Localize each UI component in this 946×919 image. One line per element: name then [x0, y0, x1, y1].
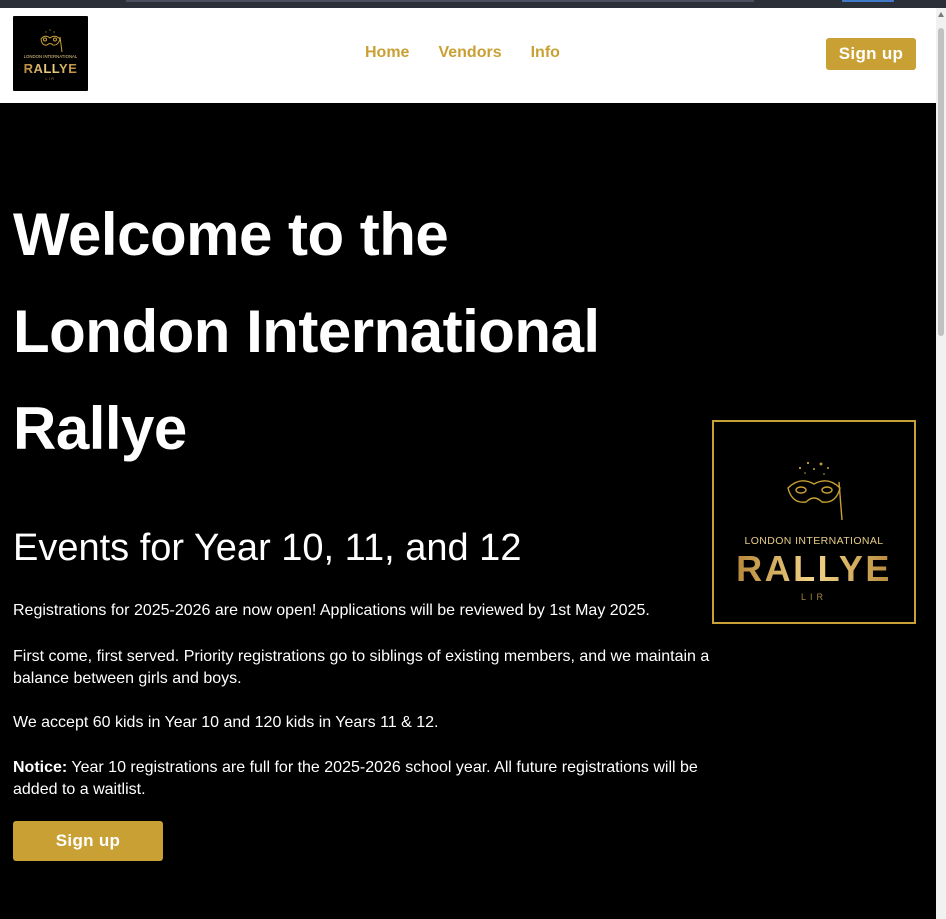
side-logo-line3: LIR: [801, 592, 827, 602]
page-scrollbar[interactable]: [936, 8, 946, 919]
nav-link-vendors[interactable]: Vendors: [438, 44, 501, 62]
priority-text: First come, first served. Priority regis…: [13, 648, 710, 687]
notice-text: Notice: Year 10 registrations are full f…: [13, 757, 713, 801]
notice-body: Year 10 registrations are full for the 2…: [13, 759, 698, 798]
logo-line3: LIR: [46, 77, 56, 81]
hero-signup-button[interactable]: Sign up: [13, 821, 163, 861]
nav-link-info[interactable]: Info: [531, 44, 560, 62]
masquerade-mask-icon: LONDON INTERNATIONAL RALLYE LIR: [736, 461, 892, 602]
notice-label: Notice:: [13, 759, 68, 776]
scroll-up-arrow-icon[interactable]: [938, 12, 944, 17]
hero-subtitle: Events for Year 10, 11, and 12: [13, 527, 522, 569]
masquerade-mask-icon: LONDON INTERNATIONAL RALLYE LIR: [24, 29, 78, 81]
nav-link-home[interactable]: Home: [365, 44, 409, 62]
logo-line1: LONDON INTERNATIONAL: [24, 54, 78, 59]
registration-open-text: Registrations for 2025-2026 are now open…: [13, 602, 650, 619]
browser-tab-strip: [126, 0, 754, 2]
browser-tab-accent: [842, 0, 894, 2]
capacity-text: We accept 60 kids in Year 10 and 120 kid…: [13, 714, 439, 731]
site-logo[interactable]: LONDON INTERNATIONAL RALLYE LIR: [13, 16, 88, 91]
scrollbar-thumb[interactable]: [938, 28, 944, 336]
logo-line2: RALLYE: [24, 61, 78, 76]
side-logo-line1: LONDON INTERNATIONAL: [744, 535, 883, 547]
rallye-logo-card: LONDON INTERNATIONAL RALLYE LIR: [712, 420, 916, 624]
main-nav: Home Vendors Info: [365, 44, 589, 62]
browser-top-strip: [0, 0, 946, 8]
navbar: LONDON INTERNATIONAL RALLYE LIR Home Ven…: [0, 8, 936, 103]
nav-signup-button[interactable]: Sign up: [826, 38, 916, 70]
side-logo-line2: RALLYE: [736, 548, 892, 589]
hero-title: Welcome to the London International Rall…: [13, 201, 600, 462]
